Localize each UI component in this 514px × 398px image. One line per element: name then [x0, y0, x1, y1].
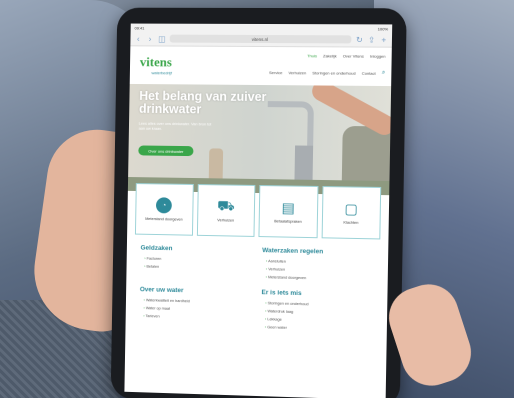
section-link[interactable]: Meterstand doorgeven [266, 275, 374, 282]
hero-button[interactable]: Over ons drinkwater [138, 145, 194, 157]
section-link[interactable]: Storingen en onderhoud [265, 301, 373, 308]
section-link[interactable]: Aansluiten [266, 259, 374, 265]
section-title: Geldzaken [140, 244, 173, 253]
hero-banner: Het belang van zuiver drinkwater Lees al… [127, 83, 392, 196]
back-icon[interactable]: ‹ [134, 34, 142, 43]
main-nav: Service Verhuizen Storingen en onderhoud… [269, 69, 385, 77]
mainnav-item[interactable]: Service [269, 70, 282, 75]
hero-text: Lees alles over ons drinkwater. Van bron… [138, 121, 212, 131]
gauge-icon: ◔ [156, 197, 173, 214]
tile-betaalafspraken[interactable]: ▤ Betaalafspraken [258, 185, 318, 239]
section-link[interactable]: Verhuizen [266, 267, 374, 273]
link-sections: Geldzaken Facturen Betalen Waterzaken re… [125, 234, 388, 346]
chat-icon: ▢ [342, 199, 360, 217]
site-logo-sub: waterbedrijf [151, 70, 172, 76]
bookmarks-icon[interactable]: ◫ [158, 34, 166, 43]
topnav-item[interactable]: Inloggen [370, 54, 386, 59]
top-nav: Thuis Zakelijk Over Vitens Inloggen [307, 53, 385, 58]
search-icon[interactable]: ⌕ [382, 70, 386, 77]
quick-tiles: ◔ Meterstand doorgeven ⛟ Verhuizen ▤ Bet… [134, 183, 382, 240]
section-over-uw-water: Over uw water Waterkwaliteit en hardheid… [139, 286, 249, 333]
tile-klachten[interactable]: ▢ Klachten [321, 186, 382, 240]
section-link[interactable]: Tarieven [143, 314, 249, 321]
tile-label: Verhuizen [217, 218, 235, 223]
hero-button-label: Over ons drinkwater [148, 148, 184, 154]
tablet-device: 09:41 100% ‹ › ◫ vitens.nl ↻ ⇪ + vitens … [110, 7, 407, 398]
section-er-is-iets-mis: Er is iets mis Storingen en onderhoud Wa… [261, 289, 374, 336]
section-link[interactable]: Lekkage [265, 317, 373, 324]
hero-title: Het belang van zuiver drinkwater [138, 88, 267, 117]
document-icon: ▤ [280, 198, 297, 216]
forward-icon[interactable]: › [146, 34, 154, 43]
mainnav-item[interactable]: Verhuizen [288, 70, 306, 75]
topnav-item[interactable]: Thuis [307, 53, 317, 58]
section-title: Waterzaken regelen [262, 247, 324, 256]
section-link[interactable]: Geen water [265, 325, 373, 332]
section-link[interactable]: Water op maat [143, 306, 249, 313]
site-logo[interactable]: vitens [140, 54, 172, 70]
mainnav-item[interactable]: Storingen en onderhoud [312, 70, 355, 75]
share-icon[interactable]: ⇪ [367, 35, 375, 44]
tile-label: Betaalafspraken [274, 219, 302, 224]
mainnav-item[interactable]: Contact [362, 71, 376, 76]
section-title: Over uw water [139, 286, 184, 295]
topnav-item[interactable]: Zakelijk [323, 53, 337, 58]
url-field[interactable]: vitens.nl [169, 34, 352, 44]
browser-toolbar: ‹ › ◫ vitens.nl ↻ ⇪ + [130, 31, 393, 48]
section-link[interactable]: Betalen [144, 264, 250, 270]
reload-icon[interactable]: ↻ [355, 35, 363, 44]
section-geldzaken: Geldzaken Facturen Betalen [140, 245, 250, 283]
section-link[interactable]: Waterkwaliteit en hardheid [144, 298, 250, 305]
section-link[interactable]: Facturen [144, 257, 250, 263]
section-waterzaken: Waterzaken regelen Aansluiten Verhuizen … [262, 247, 374, 286]
new-tab-icon[interactable]: + [380, 35, 388, 44]
section-link[interactable]: Waterdruk laag [265, 309, 373, 316]
section-title: Er is iets mis [261, 289, 302, 298]
truck-icon: ⛟ [217, 196, 235, 215]
tile-label: Klachten [343, 220, 359, 225]
tablet-screen: 09:41 100% ‹ › ◫ vitens.nl ↻ ⇪ + vitens … [124, 23, 393, 398]
tile-label: Meterstand doorgeven [145, 216, 183, 222]
url-text: vitens.nl [251, 36, 269, 42]
site-header: vitens waterbedrijf Thuis Zakelijk Over … [129, 46, 392, 87]
tile-verhuizen[interactable]: ⛟ Verhuizen [196, 184, 256, 237]
photo-scene: 09:41 100% ‹ › ◫ vitens.nl ↻ ⇪ + vitens … [0, 0, 514, 398]
status-battery: 100% [377, 25, 389, 31]
topnav-item[interactable]: Over Vitens [343, 53, 364, 58]
status-time: 09:41 [134, 25, 145, 31]
tile-meterstand[interactable]: ◔ Meterstand doorgeven [134, 183, 194, 236]
